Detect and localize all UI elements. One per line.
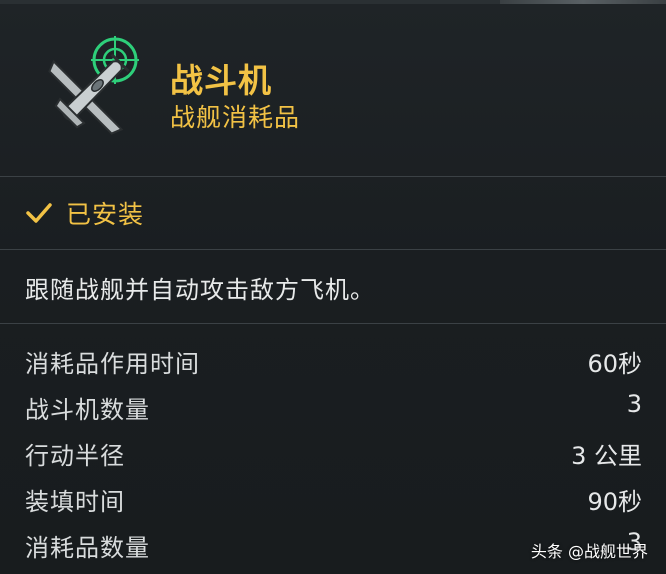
stat-row-duration: 消耗品作用时间 60秒: [0, 338, 666, 384]
installed-status: 已安装: [24, 195, 144, 231]
stat-value: 3: [626, 390, 642, 418]
stat-label: 消耗品作用时间: [25, 350, 200, 378]
divider: [0, 323, 666, 324]
stats-list: 消耗品作用时间 60秒 战斗机数量 3 行动半径 3 公里 装填时间 90秒 消…: [0, 338, 666, 568]
watermark: 头条 @战舰世界: [530, 542, 648, 561]
stat-value: 90秒: [587, 488, 642, 516]
stat-row-fighter-count: 战斗机数量 3: [0, 384, 666, 430]
stat-label: 战斗机数量: [25, 396, 150, 424]
stat-label: 行动半径: [25, 442, 125, 470]
plane-shape: [48, 53, 130, 135]
fighter-plane-icon: [32, 34, 147, 144]
consumable-tooltip: 战斗机 战舰消耗品 已安装 跟随战舰并自动攻击敌方飞机。 消耗品作用时间 60秒…: [0, 0, 666, 574]
stat-row-action-radius: 行动半径 3 公里: [0, 430, 666, 476]
consumable-title: 战斗机: [170, 61, 272, 100]
stat-value: 3 公里: [571, 442, 642, 470]
divider: [0, 176, 666, 177]
consumable-description: 跟随战舰并自动攻击敌方飞机。: [25, 276, 375, 304]
stat-row-reload-time: 装填时间 90秒: [0, 476, 666, 522]
consumable-category: 战舰消耗品: [170, 103, 301, 132]
checkmark-icon: [26, 203, 52, 223]
stat-value: 60秒: [587, 350, 642, 378]
tooltip-header: 战斗机 战舰消耗品: [0, 4, 666, 176]
stat-label: 装填时间: [25, 488, 125, 516]
stat-label: 消耗品数量: [25, 534, 150, 562]
installed-label: 已安装: [66, 200, 145, 229]
divider: [0, 249, 666, 250]
